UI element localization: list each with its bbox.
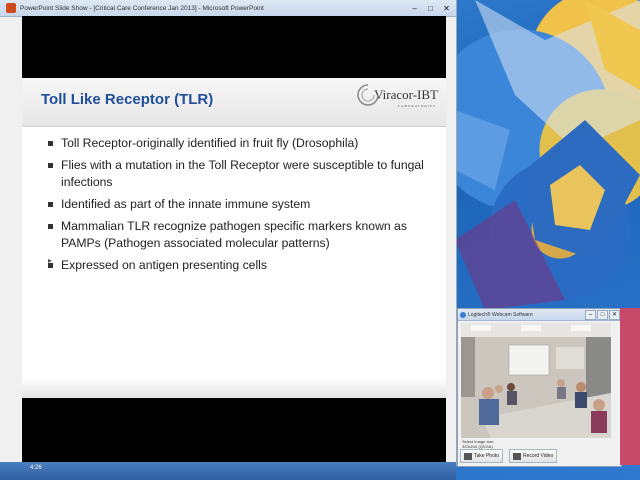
bullet-item: Identified as part of the innate immune … <box>48 196 428 213</box>
bullet-item: Expressed on antigen presenting cells <box>48 257 428 274</box>
powerpoint-icon <box>6 3 16 13</box>
webcam-window-title: Logitech® Webcam Software <box>468 311 533 318</box>
camera-icon <box>464 452 472 460</box>
maximize-button[interactable]: □ <box>424 3 437 14</box>
logo-swirl-icon <box>357 84 379 106</box>
record-video-button[interactable]: Record Video <box>509 449 558 463</box>
taskbar[interactable] <box>0 462 456 480</box>
slide-header: Toll Like Receptor (TLR) Viracor-IBT LAB… <box>22 78 446 127</box>
slide-title: Toll Like Receptor (TLR) <box>41 91 214 108</box>
webcam-window: Logitech® Webcam Software – □ ✕ Select I… <box>457 308 622 467</box>
take-photo-label: Take Photo <box>474 453 500 459</box>
webcam-icon <box>460 311 466 318</box>
taskbar-clock: 4:26 <box>30 465 42 471</box>
record-video-label: Record Video <box>523 453 554 459</box>
webcam-titlebar[interactable]: Logitech® Webcam Software – □ ✕ <box>458 309 621 321</box>
cam-close-button[interactable]: ✕ <box>609 309 620 320</box>
slide[interactable]: Toll Like Receptor (TLR) Viracor-IBT LAB… <box>22 78 446 398</box>
minimize-button[interactable]: – <box>408 3 421 14</box>
cam-maximize-button[interactable]: □ <box>597 309 608 320</box>
webcam-video-feed <box>461 323 611 438</box>
logo-subtext: LABORATORIES <box>397 104 436 108</box>
logo-text: Viracor-IBT <box>374 87 438 102</box>
powerpoint-window: PowerPoint Slide Show - [Critical Care C… <box>0 0 457 466</box>
take-photo-button[interactable]: Take Photo <box>460 449 504 463</box>
bullet-list: Toll Receptor-originally identified in f… <box>48 135 428 279</box>
cam-minimize-button[interactable]: – <box>585 309 596 320</box>
webcam-status: Select Image size 320x240 (QVGA) <box>462 439 494 449</box>
film-icon <box>513 452 522 460</box>
slideshow-area[interactable]: Toll Like Receptor (TLR) Viracor-IBT LAB… <box>22 16 446 462</box>
webcam-scene-image <box>461 323 611 438</box>
bullet-item: Mammalian TLR recognize pathogen specifi… <box>48 218 428 252</box>
ppt-titlebar[interactable]: PowerPoint Slide Show - [Critical Care C… <box>0 0 456 17</box>
bullet-item: Toll Receptor-originally identified in f… <box>48 135 428 152</box>
mouse-cursor-icon: ▸ <box>48 256 53 265</box>
viracor-logo: Viracor-IBT LABORATORIES <box>357 84 438 108</box>
close-button[interactable]: ✕ <box>440 3 453 14</box>
wallpaper-star-pattern <box>455 0 640 310</box>
desktop-edge <box>620 308 640 465</box>
bullet-item: Flies with a mutation in the Toll Recept… <box>48 157 428 191</box>
webcam-toolbar: Take Photo Record Video <box>460 449 618 463</box>
ppt-window-title: PowerPoint Slide Show - [Critical Care C… <box>20 4 264 12</box>
